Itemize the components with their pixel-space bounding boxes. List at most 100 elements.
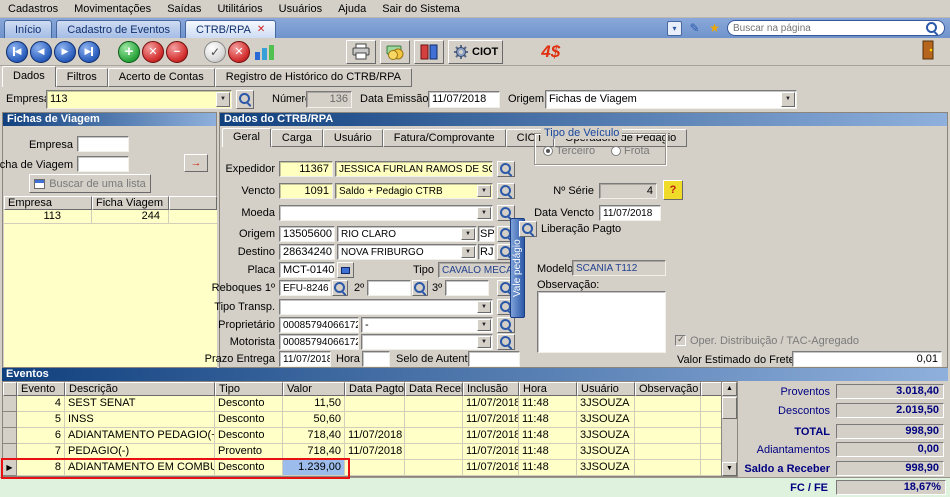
eventos-cell[interactable]: 3JSOUZA (577, 428, 635, 444)
eventos-cell[interactable]: INSS (65, 412, 215, 428)
empresa-combo[interactable]: 113 ▼ (46, 90, 232, 109)
header-tipo[interactable]: Tipo (215, 382, 283, 396)
scroll-thumb[interactable] (722, 397, 737, 419)
ctrb-tab-carga[interactable]: Carga (271, 129, 323, 147)
eventos-cell[interactable]: 11/07/2018 (345, 428, 405, 444)
eventos-cell[interactable]: 11/07/2018 (463, 428, 519, 444)
menu-usuarios[interactable]: Usuários (271, 0, 330, 18)
scroll-up-button[interactable]: ▲ (722, 382, 737, 396)
eventos-cell[interactable] (405, 444, 463, 460)
chevron-down-icon[interactable]: ▼ (477, 336, 491, 348)
reboque1-field[interactable]: EFU-8246 (279, 280, 331, 296)
eventos-cell[interactable] (635, 396, 701, 412)
eventos-cell[interactable]: Desconto (215, 460, 283, 476)
eventos-cell[interactable]: 3JSOUZA (577, 460, 635, 476)
eventos-cell[interactable] (635, 460, 701, 476)
eventos-cell[interactable]: PEDAGIO(-) (65, 444, 215, 460)
help-button[interactable]: ? (663, 180, 683, 200)
tab-filtros[interactable]: Filtros (56, 68, 108, 87)
header-usuario[interactable]: Usuário (577, 382, 635, 396)
cancel-record-button[interactable]: ✕ (142, 41, 164, 63)
eventos-row-selected[interactable]: ▶ 8 ADIANTAMENTO EM COMBUST Desconto 1.2… (3, 460, 737, 476)
add-record-button[interactable]: + (118, 41, 140, 63)
header-valor[interactable]: Valor (283, 382, 345, 396)
proprietario-search-button[interactable] (497, 317, 515, 333)
header-observacao[interactable]: Observação (635, 382, 701, 396)
expedidor-search-button[interactable] (497, 161, 515, 177)
eventos-cell[interactable]: 8 (17, 460, 65, 476)
eventos-cell[interactable] (635, 428, 701, 444)
highlight-pen-icon[interactable]: ✎ (687, 21, 702, 36)
ciot-button[interactable]: CIOT (448, 40, 503, 64)
nav-first-button[interactable]: ◀ (6, 41, 28, 63)
menu-cadastros[interactable]: Cadastros (0, 0, 66, 18)
tab-inicio[interactable]: Início (4, 20, 52, 38)
header-data-receb[interactable]: Data Receb. (405, 382, 463, 396)
header-inclusao[interactable]: Inclusão (463, 382, 519, 396)
vencto-code-field[interactable]: 1091 (279, 183, 333, 199)
eventos-row[interactable]: 6 ADIANTAMENTO PEDAGIO(+) Desconto 718,4… (3, 428, 737, 444)
eventos-cell[interactable]: ADIANTAMENTO PEDAGIO(+) (65, 428, 215, 444)
eventos-cell[interactable]: 11/07/2018 (463, 412, 519, 428)
eventos-cell[interactable]: 11:48 (519, 428, 577, 444)
data-vencto-field[interactable]: 11/07/2018 (599, 205, 661, 221)
eventos-cell[interactable]: 3JSOUZA (577, 412, 635, 428)
eventos-cell[interactable]: Desconto (215, 412, 283, 428)
motorista-combo[interactable]: ▼ (361, 334, 493, 350)
nav-next-button[interactable]: ▶ (54, 41, 76, 63)
placa-field[interactable]: MCT-0140 (279, 262, 335, 278)
confirm-button[interactable]: ✓ (204, 41, 226, 63)
menu-saidas[interactable]: Saídas (159, 0, 209, 18)
ficha-viagem-field[interactable] (77, 156, 129, 172)
placa-lookup-button[interactable] (337, 262, 354, 278)
motorista-search-button[interactable] (497, 334, 515, 350)
carregar-ficha-button[interactable]: → (184, 154, 208, 172)
chevron-down-icon[interactable]: ▼ (477, 319, 491, 331)
liberacao-search-button[interactable] (519, 221, 537, 237)
header-data-pagto[interactable]: Data Pagto (345, 382, 405, 396)
print-button[interactable] (346, 40, 376, 64)
radio-frota[interactable]: Frota (611, 145, 650, 157)
search-input[interactable] (733, 23, 922, 34)
chevron-down-icon[interactable]: ▼ (477, 207, 491, 219)
eventos-cell[interactable] (405, 412, 463, 428)
scroll-down-button[interactable]: ▼ (722, 462, 737, 476)
nav-prev-button[interactable]: ◀ (30, 41, 52, 63)
ctrb-tab-geral[interactable]: Geral (222, 128, 271, 147)
origem-combo[interactable]: Fichas de Viagem ▼ (545, 90, 797, 109)
chevron-down-icon[interactable]: ▼ (477, 185, 491, 197)
delete-record-button[interactable]: − (166, 41, 188, 63)
eventos-cell[interactable]: 11:48 (519, 412, 577, 428)
eventos-row[interactable]: 7 PEDAGIO(-) Provento 718,40 11/07/2018 … (3, 444, 737, 460)
menu-utilitarios[interactable]: Utilitários (209, 0, 270, 18)
eventos-cell[interactable]: 11:48 (519, 396, 577, 412)
eventos-cell[interactable]: 11:48 (519, 444, 577, 460)
ctrb-tab-usuario[interactable]: Usuário (323, 129, 383, 147)
split-view-button[interactable] (414, 40, 444, 64)
nav-last-button[interactable]: ▶ (78, 41, 100, 63)
eventos-cell[interactable]: 11/07/2018 (463, 444, 519, 460)
eventos-cell[interactable]: Provento (215, 444, 283, 460)
eventos-cell[interactable]: 4 (17, 396, 65, 412)
eventos-row[interactable]: 5 INSS Desconto 50,60 11/07/2018 11:48 3… (3, 412, 737, 428)
eventos-cell[interactable] (635, 412, 701, 428)
chevron-down-icon[interactable]: ▼ (781, 92, 795, 107)
valor-estimado-field[interactable]: 0,01 (792, 351, 942, 367)
tab-ctrb-rpa[interactable]: CTRB/RPA ✕ (185, 20, 276, 38)
motorista-field[interactable]: 00085794066172 (279, 334, 359, 350)
proprietario-combo[interactable]: -▼ (361, 317, 493, 333)
chevron-down-icon[interactable]: ▼ (461, 228, 475, 240)
fichas-cell-ficha[interactable]: 244 (92, 210, 169, 223)
eventos-cell[interactable]: Desconto (215, 396, 283, 412)
header-descricao[interactable]: Descrição (65, 382, 215, 396)
tab-acerto-de-contas[interactable]: Acerto de Contas (108, 68, 215, 87)
eventos-cell[interactable]: 11/07/2018 (463, 460, 519, 476)
reboque2-search-button[interactable] (412, 280, 428, 296)
origem-code-field[interactable]: 13505600 (279, 226, 335, 242)
selo-field[interactable] (468, 351, 520, 367)
eventos-cell[interactable]: 6 (17, 428, 65, 444)
eventos-cell[interactable] (345, 460, 405, 476)
exit-button[interactable] (920, 40, 936, 63)
eventos-cell[interactable]: SEST SENAT (65, 396, 215, 412)
proprietario-field[interactable]: 00085794066172 (279, 317, 359, 333)
